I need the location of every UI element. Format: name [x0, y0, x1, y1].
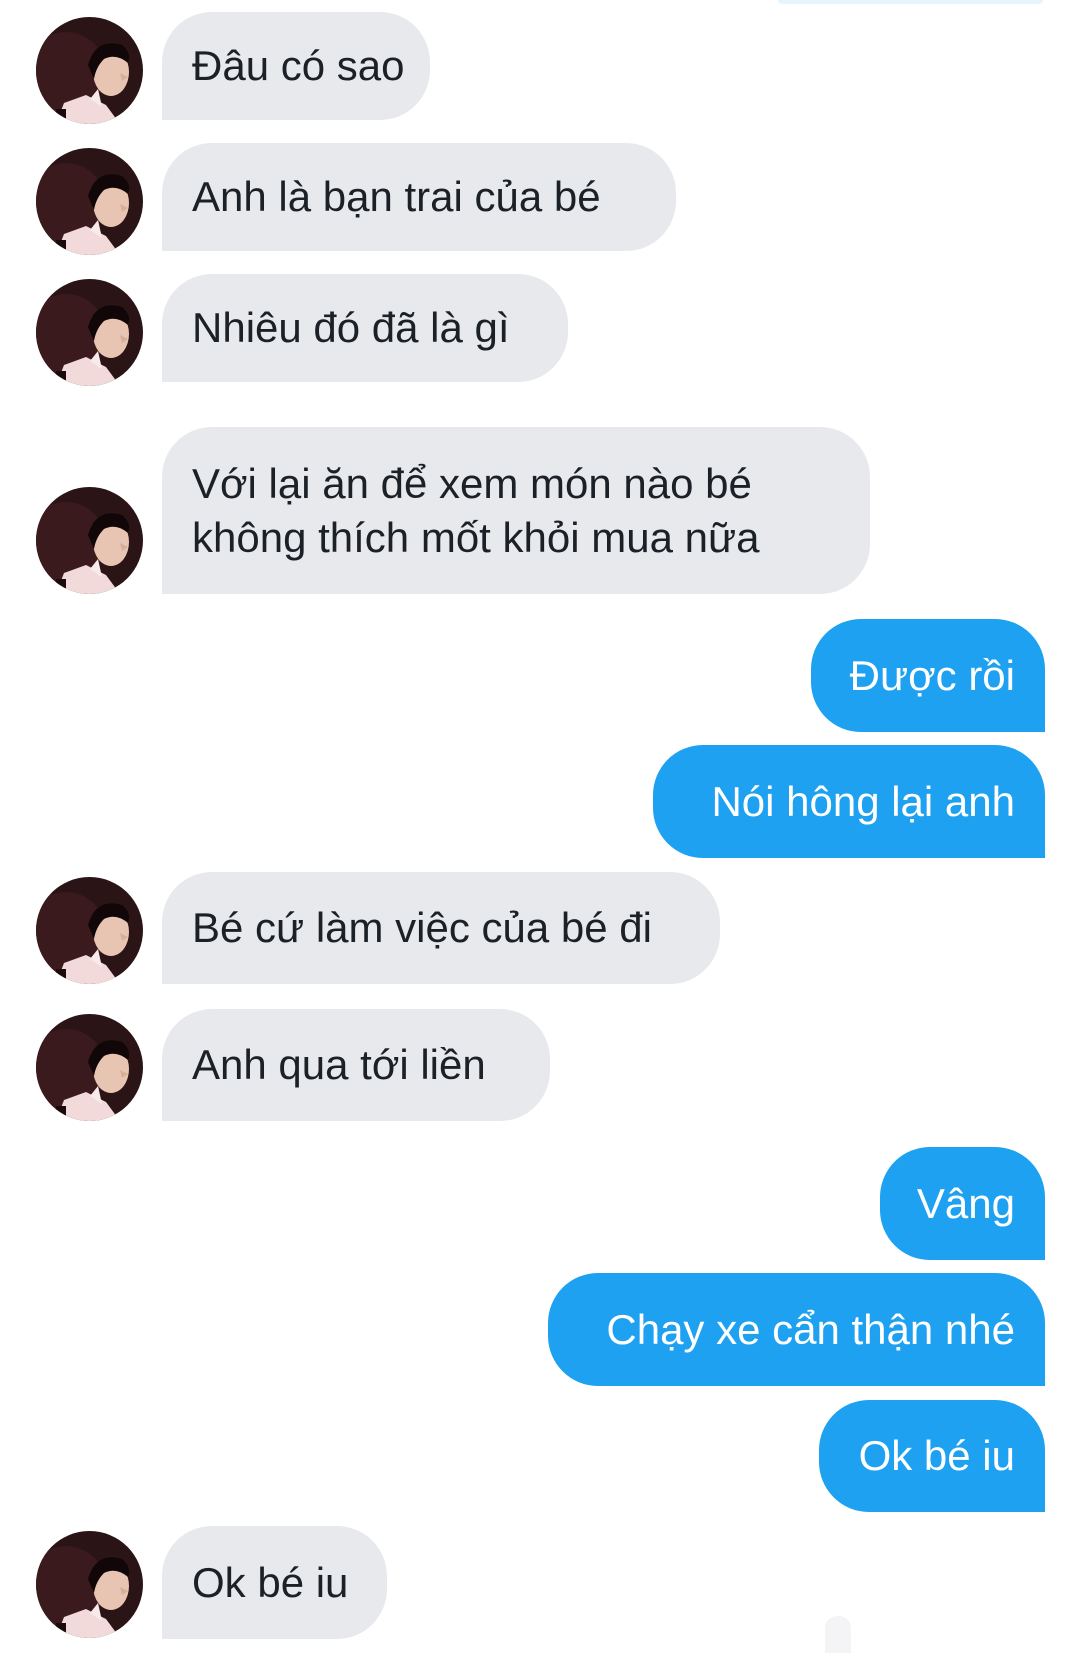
message-text: Anh qua tới liền [192, 1041, 486, 1088]
incoming-message-bubble[interactable]: Ok bé iu [162, 1526, 387, 1639]
message-text: Chạy xe cẩn thận nhé [606, 1305, 1015, 1353]
outgoing-message-bubble[interactable]: Được rồi [811, 619, 1045, 732]
message-text: Ok bé iu [858, 1432, 1015, 1479]
message-row: Với lại ăn để xem món nào bé không thích… [0, 427, 1080, 594]
incoming-message-bubble[interactable]: Anh qua tới liền [162, 1009, 550, 1121]
message-row: Bé cứ làm việc của bé đi [0, 872, 1080, 984]
contact-avatar[interactable] [36, 17, 143, 124]
avatar-photo-icon [36, 877, 143, 984]
message-text: Vâng [916, 1179, 1015, 1227]
message-row: Ok bé iu [0, 1400, 1080, 1512]
contact-avatar[interactable] [36, 487, 143, 594]
message-text-line: không thích mốt khỏi mua nữa [192, 513, 760, 561]
previous-message-bubble-edge [778, 0, 1043, 4]
avatar-photo-icon [36, 1531, 143, 1638]
contact-avatar[interactable] [36, 279, 143, 386]
message-text: Nhiêu đó đã là gì [192, 304, 510, 351]
message-text-line: Với lại ăn để xem món nào bé [192, 459, 752, 507]
incoming-message-bubble[interactable]: Với lại ăn để xem món nào bé không thích… [162, 427, 870, 594]
contact-avatar[interactable] [36, 1531, 143, 1638]
message-text: Đâu có sao [192, 42, 405, 89]
message-row: Ok bé iu [0, 1526, 1080, 1639]
outgoing-message-bubble[interactable]: Nói hông lại anh [653, 745, 1045, 858]
message-text: Được rồi [849, 651, 1015, 699]
next-element-edge [825, 1616, 851, 1653]
message-row: Nói hông lại anh [0, 745, 1080, 858]
outgoing-message-bubble[interactable]: Ok bé iu [819, 1400, 1045, 1512]
avatar-photo-icon [36, 487, 143, 594]
message-row: Được rồi [0, 619, 1080, 732]
contact-avatar[interactable] [36, 148, 143, 255]
contact-avatar[interactable] [36, 1014, 143, 1121]
message-row: Đâu có sao [0, 12, 1080, 124]
incoming-message-bubble[interactable]: Đâu có sao [162, 12, 430, 120]
message-text: Nói hông lại anh [711, 777, 1015, 825]
outgoing-message-bubble[interactable]: Chạy xe cẩn thận nhé [548, 1273, 1045, 1386]
incoming-message-bubble[interactable]: Anh là bạn trai của bé [162, 143, 676, 251]
incoming-message-bubble[interactable]: Bé cứ làm việc của bé đi [162, 872, 720, 984]
message-text: Ok bé iu [192, 1558, 349, 1606]
avatar-photo-icon [36, 279, 143, 386]
message-row: Vâng [0, 1147, 1080, 1260]
message-row: Nhiêu đó đã là gì [0, 274, 1080, 386]
message-text: Bé cứ làm việc của bé đi [192, 904, 652, 951]
contact-avatar[interactable] [36, 877, 143, 984]
message-row: Anh là bạn trai của bé [0, 143, 1080, 255]
avatar-photo-icon [36, 148, 143, 255]
message-row: Chạy xe cẩn thận nhé [0, 1273, 1080, 1386]
avatar-photo-icon [36, 1014, 143, 1121]
avatar-photo-icon [36, 17, 143, 124]
message-text: Anh là bạn trai của bé [192, 173, 601, 220]
incoming-message-bubble[interactable]: Nhiêu đó đã là gì [162, 274, 568, 382]
message-row: Anh qua tới liền [0, 1009, 1080, 1121]
outgoing-message-bubble[interactable]: Vâng [880, 1147, 1045, 1260]
